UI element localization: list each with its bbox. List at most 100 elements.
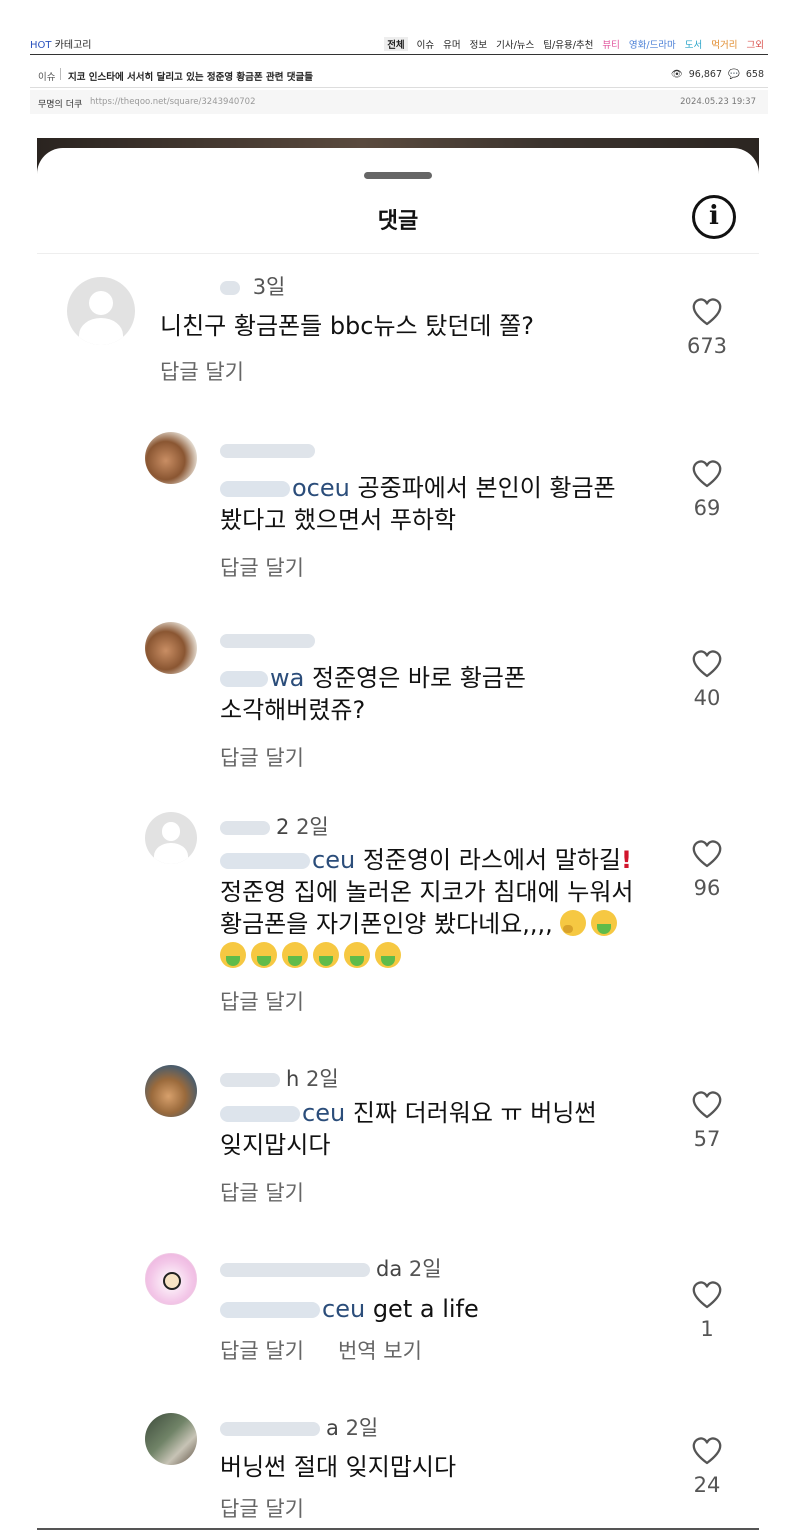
like-button[interactable]: 40 [677, 650, 737, 710]
avatar[interactable] [145, 622, 197, 674]
nauseated-emoji-icon [344, 942, 370, 968]
hot-label: 카테고리 [54, 40, 92, 51]
comment-actions: 답글 달기 [220, 1493, 304, 1523]
comment-username[interactable]: a 2일 [220, 1412, 378, 1442]
tab-tips[interactable]: 팁/유용/추천 [543, 37, 593, 51]
reply-button[interactable]: 답글 달기 [220, 1335, 304, 1365]
username-tail: 2 [276, 815, 290, 839]
heart-icon [692, 840, 722, 868]
divider [37, 253, 759, 254]
username-tail: da [376, 1257, 403, 1281]
tab-info[interactable]: 정보 [470, 37, 487, 51]
comment-age: 2일 [345, 1416, 379, 1440]
comment-username[interactable]: h 2일 [220, 1063, 339, 1093]
like-button[interactable]: 1 [677, 1281, 737, 1341]
comment-username[interactable]: 2 2일 [220, 811, 329, 841]
category-tabs: 전체 이슈 유머 정보 기사/뉴스 팁/유용/추천 뷰티 영화/드라마 도서 먹… [384, 37, 764, 51]
like-button[interactable]: 69 [677, 460, 737, 520]
mention-tag[interactable]: ceu [312, 846, 355, 874]
username-tail: a [326, 1416, 339, 1440]
tab-books[interactable]: 도서 [685, 37, 702, 51]
username-redacted [220, 1422, 320, 1436]
tab-food[interactable]: 먹거리 [711, 37, 737, 51]
comment-text-line2: 소각해버렸쥬? [220, 696, 366, 724]
comment-actions: 답글 달기 번역 보기 [220, 1335, 422, 1365]
tab-etc[interactable]: 그외 [747, 37, 764, 51]
reply-button[interactable]: 답글 달기 [220, 1493, 304, 1523]
avatar-body [79, 317, 123, 345]
avatar[interactable] [145, 812, 197, 864]
avatar[interactable] [145, 1253, 197, 1305]
mention-redacted [220, 1302, 320, 1318]
tab-humor[interactable]: 유머 [443, 37, 460, 51]
reply-button[interactable]: 답글 달기 [220, 742, 304, 772]
tab-all[interactable]: 전체 [384, 37, 408, 51]
reply-button[interactable]: 답글 달기 [160, 356, 244, 386]
nauseated-emoji-icon [375, 942, 401, 968]
comment-text: ceu get a life [220, 1293, 479, 1325]
hot-category-title[interactable]: HOT 카테고리 [30, 36, 92, 51]
comment-actions: 답글 달기 [160, 356, 244, 386]
info-icon[interactable]: i [692, 195, 736, 239]
mention-tag[interactable]: ceu [322, 1295, 365, 1323]
comments-sheet: 댓글 i 3일 니친구 황금폰들 bbc뉴스 탔던데 쫄? 답글 달기 673 … [37, 148, 759, 1533]
comment-text: wa 정준영은 바로 황금폰 소각해버렸쥬? [220, 662, 526, 726]
tab-beauty[interactable]: 뷰티 [602, 37, 619, 51]
translate-button[interactable]: 번역 보기 [338, 1335, 422, 1365]
avatar[interactable] [145, 1413, 197, 1465]
post-url[interactable]: https://theqoo.net/square/3243940702 [90, 97, 255, 107]
post-author: 무명의 더쿠 [38, 100, 83, 110]
mention-tag[interactable]: oceu [292, 474, 350, 502]
post-board[interactable]: 이슈 [38, 69, 55, 83]
post-stats: 👁 96,867 💬 658 [671, 69, 764, 80]
like-count: 69 [693, 496, 721, 520]
avatar[interactable] [67, 277, 135, 345]
like-button[interactable]: 673 [677, 298, 737, 358]
heart-icon [692, 298, 722, 326]
post-date: 2024.05.23 19:37 [680, 97, 756, 107]
comment-actions: 답글 달기 [220, 742, 304, 772]
comment-text-line1: 공중파에서 본인이 황금폰 [357, 474, 616, 502]
mention-redacted [220, 1106, 300, 1122]
like-button[interactable]: 57 [677, 1091, 737, 1151]
tab-movie-drama[interactable]: 영화/드라마 [629, 37, 676, 51]
mention-tag[interactable]: ceu [302, 1099, 345, 1127]
like-button[interactable]: 24 [677, 1437, 737, 1497]
like-count: 24 [693, 1473, 721, 1497]
comment-text-line3: 황금폰을 자기폰인양 봤다네요,,,, [220, 910, 553, 938]
mention-tag[interactable]: wa [270, 664, 304, 692]
comment-text-line2: 봤다고 했으면서 푸하학 [220, 506, 457, 534]
reply-button[interactable]: 답글 달기 [220, 986, 304, 1016]
username-redacted [220, 281, 240, 295]
tab-news[interactable]: 기사/뉴스 [496, 37, 534, 51]
comment-username[interactable]: da 2일 [220, 1253, 442, 1283]
comment-age: 2일 [296, 815, 329, 839]
reply-button[interactable]: 답글 달기 [220, 1177, 304, 1207]
username-tail: h [286, 1067, 300, 1091]
tab-issue[interactable]: 이슈 [417, 37, 434, 51]
username-redacted [220, 634, 315, 648]
mention-redacted [220, 853, 310, 869]
nauseated-emoji-icon [591, 910, 618, 936]
like-count: 1 [700, 1317, 714, 1341]
drag-handle[interactable] [364, 172, 432, 179]
views-icon: 👁 [670, 69, 683, 80]
comment-username[interactable]: 3일 [220, 271, 285, 301]
like-button[interactable]: 96 [677, 840, 737, 900]
comment-username[interactable] [220, 628, 321, 652]
reply-button[interactable]: 답글 달기 [220, 552, 304, 582]
avatar[interactable] [145, 1065, 197, 1117]
divider [37, 1528, 759, 1530]
nauseated-emoji-icon [251, 942, 277, 968]
username-redacted [220, 1263, 370, 1277]
comment-text-line1: 정준영은 바로 황금폰 [311, 664, 526, 692]
comment-text: ceu 정준영이 라스에서 말하길! 정준영 집에 놀러온 지코가 침대에 누워… [220, 844, 634, 972]
mention-redacted [220, 671, 268, 687]
avatar[interactable] [145, 432, 197, 484]
hot-prefix: HOT [30, 40, 52, 51]
comment-text: oceu 공중파에서 본인이 황금폰 봤다고 했으면서 푸하학 [220, 472, 616, 536]
comment-username[interactable] [220, 438, 321, 462]
nauseated-emoji-icon [313, 942, 339, 968]
post-meta-row: 무명의 더쿠 https://theqoo.net/square/3243940… [30, 90, 768, 114]
username-redacted [220, 821, 270, 835]
